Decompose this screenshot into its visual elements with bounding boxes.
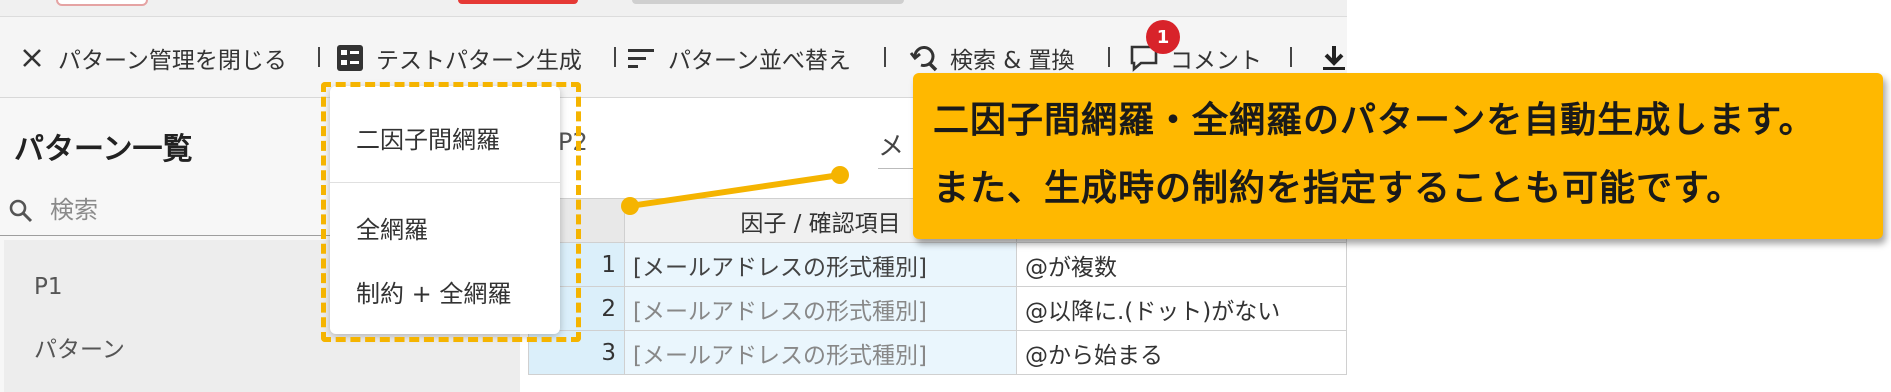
value-cell[interactable]: @から始まる	[1016, 330, 1347, 375]
pattern-list-title: パターン一覧	[14, 132, 193, 167]
sort-pattern-button[interactable]: パターン並べ替え	[626, 41, 851, 75]
toolbar-separator	[1108, 47, 1110, 67]
value-cell[interactable]: @が複数	[1016, 242, 1347, 287]
close-icon	[16, 42, 48, 74]
factor-cell[interactable]: [メールアドレスの形式種別]	[624, 242, 1017, 287]
download-icon	[1318, 42, 1347, 74]
value-cell[interactable]: @以降に.(ドット)がない	[1016, 286, 1347, 331]
menu-item-constraint-full-coverage[interactable]: 制約 + 全網羅	[356, 274, 511, 309]
callout-text-line1: 二因子間網羅・全網羅のパターンを自動生成します。	[933, 100, 1816, 141]
factor-cell[interactable]: [メールアドレスの形式種別]	[624, 286, 1017, 331]
close-pattern-manager-label: パターン管理を閉じる	[58, 48, 287, 74]
toolbar-separator	[884, 47, 886, 67]
pattern-header: メ	[878, 132, 905, 162]
row-number: 3	[528, 330, 625, 375]
generate-test-pattern-label: テストパターン生成	[376, 48, 582, 74]
generate-pattern-menu: 二因子間網羅 全網羅 制約 + 全網羅	[330, 86, 560, 334]
pattern-list-item[interactable]: P1	[34, 274, 63, 300]
table-row[interactable]: 3 [メールアドレスの形式種別] @から始まる	[528, 330, 1347, 375]
search-replace-icon	[908, 42, 940, 74]
factor-cell[interactable]: [メールアドレスの形式種別]	[624, 330, 1017, 375]
toolbar-separator	[614, 47, 616, 67]
callout-text-line2: また、生成時の制約を指定することも可能です。	[933, 168, 1744, 209]
comment-count-badge: 1	[1146, 20, 1180, 54]
toolbar-separator	[318, 47, 320, 67]
top-tab[interactable]	[56, 0, 148, 6]
menu-item-full-coverage[interactable]: 全網羅	[356, 210, 428, 245]
top-tab[interactable]	[632, 0, 904, 4]
close-pattern-manager-button[interactable]: パターン管理を閉じる	[16, 41, 287, 75]
toolbar-separator	[1290, 47, 1292, 67]
pattern-tab[interactable]: P2	[558, 128, 588, 156]
search-replace-button[interactable]: 検索 & 置換	[908, 41, 1075, 75]
table-row[interactable]: 1 [メールアドレスの形式種別] @が複数	[528, 242, 1347, 287]
top-tab-strip	[0, 0, 1347, 16]
sort-icon	[626, 42, 658, 74]
menu-divider	[330, 182, 560, 183]
menu-item-pairwise[interactable]: 二因子間網羅	[356, 120, 500, 155]
sort-pattern-label: パターン並べ替え	[668, 48, 851, 74]
search-replace-label: 検索 & 置換	[950, 48, 1075, 74]
download-button[interactable]	[1318, 41, 1347, 75]
table-row[interactable]: 2 [メールアドレスの形式種別] @以降に.(ドット)がない	[528, 286, 1347, 331]
callout-box: 二因子間網羅・全網羅のパターンを自動生成します。 また、生成時の制約を指定するこ…	[913, 73, 1883, 239]
generate-test-pattern-button[interactable]: テストパターン生成	[334, 41, 582, 75]
comment-label: コメント	[1170, 48, 1262, 74]
search-icon	[8, 198, 34, 228]
top-tab-active[interactable]	[458, 0, 578, 4]
generate-pattern-icon	[334, 42, 366, 74]
pattern-list-item[interactable]: パターン	[34, 330, 125, 364]
